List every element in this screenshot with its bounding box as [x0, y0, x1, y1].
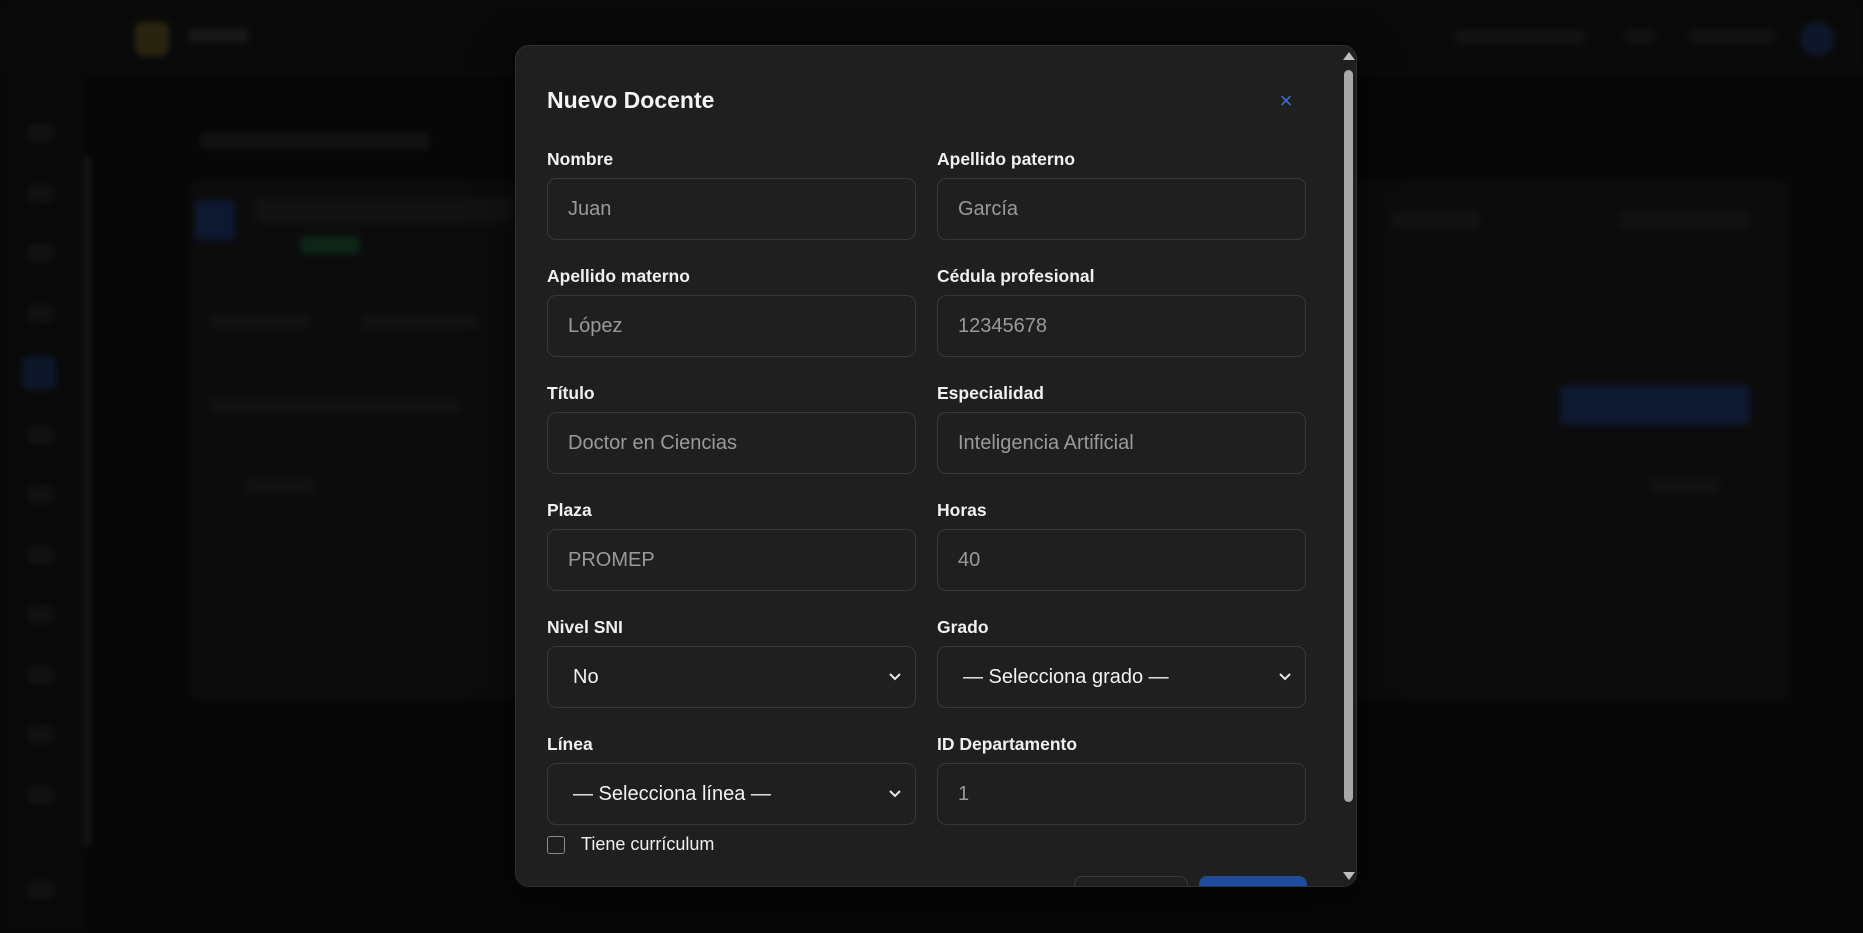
field-label: ID Departamento [937, 734, 1078, 754]
scrollbar-thumb[interactable] [1344, 70, 1353, 802]
select-value: — Selecciona grado — [963, 665, 1169, 688]
field-nivel-sni: Nivel SNI No [547, 617, 916, 708]
especialidad-input[interactable] [937, 412, 1306, 474]
field-id-departamento: ID Departamento [937, 734, 1306, 825]
field-linea: Línea — Selecciona línea — [547, 734, 916, 825]
field-label: Título [547, 383, 595, 403]
field-label: Grado [937, 617, 989, 637]
field-label: Línea [547, 734, 593, 754]
new-teacher-modal: Nuevo Docente × Nombre Apellido paterno … [515, 45, 1357, 887]
curriculum-checkbox-label[interactable]: Tiene currículum [581, 834, 714, 855]
nombre-input[interactable] [547, 178, 916, 240]
field-label: Apellido materno [547, 266, 690, 286]
chevron-down-icon [1279, 670, 1293, 684]
field-label: Cédula profesional [937, 266, 1095, 286]
chevron-down-icon [889, 787, 903, 801]
plaza-input[interactable] [547, 529, 916, 591]
field-especialidad: Especialidad [937, 383, 1306, 474]
grado-select[interactable]: — Selecciona grado — [937, 646, 1306, 708]
curriculum-checkbox[interactable] [547, 835, 565, 854]
apellido-materno-input[interactable] [547, 295, 916, 357]
field-label: Plaza [547, 500, 592, 520]
scroll-up-icon[interactable] [1343, 52, 1355, 60]
linea-select[interactable]: — Selecciona línea — [547, 763, 916, 825]
field-label: Apellido paterno [937, 149, 1076, 169]
field-apellido-paterno: Apellido paterno [937, 149, 1306, 240]
select-value: — Selecciona línea — [573, 782, 771, 805]
field-label: Nombre [547, 149, 614, 169]
titulo-input[interactable] [547, 412, 916, 474]
cancel-button[interactable] [1074, 876, 1188, 886]
cedula-input[interactable] [937, 295, 1306, 357]
form-grid: Nombre Apellido paterno Apellido materno… [547, 149, 1306, 825]
field-nombre: Nombre [547, 149, 916, 240]
field-label: Horas [937, 500, 987, 520]
field-label: Especialidad [937, 383, 1044, 403]
close-icon[interactable]: × [1271, 86, 1301, 116]
chevron-down-icon [889, 670, 903, 684]
curriculum-checkbox-row: Tiene currículum [547, 834, 714, 855]
field-grado: Grado — Selecciona grado — [937, 617, 1306, 708]
modal-title: Nuevo Docente [547, 87, 715, 113]
field-plaza: Plaza [547, 500, 916, 591]
select-value: No [573, 665, 599, 688]
field-horas: Horas [937, 500, 1306, 591]
field-apellido-materno: Apellido materno [547, 266, 916, 357]
id-departamento-input[interactable] [937, 763, 1306, 825]
scroll-down-icon[interactable] [1343, 872, 1355, 880]
field-label: Nivel SNI [547, 617, 623, 637]
field-cedula: Cédula profesional [937, 266, 1306, 357]
apellido-paterno-input[interactable] [937, 178, 1306, 240]
modal-scrollbar[interactable] [1339, 46, 1356, 886]
nivel-sni-select[interactable]: No [547, 646, 916, 708]
save-button[interactable] [1199, 876, 1307, 886]
field-titulo: Título [547, 383, 916, 474]
horas-input[interactable] [937, 529, 1306, 591]
